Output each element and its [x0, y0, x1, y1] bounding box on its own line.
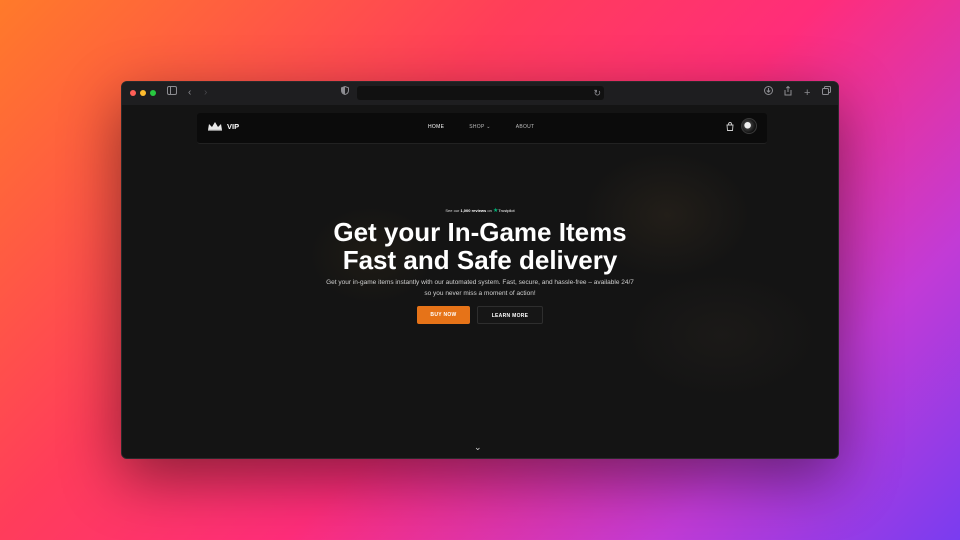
trustpilot-brand: Trustpilot	[498, 208, 515, 213]
tabs-overview-icon[interactable]	[822, 86, 831, 100]
brand-name: VIP	[227, 121, 240, 131]
forward-icon[interactable]: ›	[204, 86, 207, 100]
chevron-down-icon: ⌄	[486, 124, 491, 130]
new-tab-icon[interactable]: +	[804, 86, 810, 100]
avatar[interactable]	[741, 118, 757, 134]
nav-link-about[interactable]: ABOUT	[516, 124, 535, 130]
subtitle-line-1: Get your in-game items instantly with ou…	[326, 279, 634, 286]
nav-link-home[interactable]: HOME	[428, 124, 444, 130]
browser-toolbar: ‹ › ↻ +	[122, 82, 838, 106]
trustpilot-prefix: See our	[445, 208, 461, 213]
brand[interactable]: VIP	[207, 121, 239, 131]
hero-headline: Get your In-Game Items Fast and Safe del…	[122, 218, 838, 274]
sidebar-icon[interactable]	[167, 86, 177, 100]
shield-icon[interactable]	[341, 85, 349, 100]
scroll-down-icon[interactable]: ⌄	[474, 442, 482, 453]
webpage: VIP HOME SHOP ⌄ ABOUT See our 1,000 revi…	[122, 105, 838, 458]
reload-icon[interactable]: ↻	[593, 86, 601, 100]
cart-icon[interactable]	[726, 122, 734, 133]
crown-logo-icon	[208, 122, 222, 131]
hero-buttons: BUY NOW LEARN MORE	[122, 306, 838, 324]
nav-links: HOME SHOP ⌄ ABOUT	[428, 124, 559, 130]
close-window-button[interactable]	[130, 90, 136, 96]
trustpilot-on: on	[486, 208, 493, 213]
address-bar[interactable]: ↻	[357, 86, 604, 100]
hero-subtitle: Get your in-game items instantly with ou…	[122, 277, 838, 299]
zoom-window-button[interactable]	[150, 90, 156, 96]
trustpilot-count: 1,000 reviews	[460, 208, 487, 213]
minimize-window-button[interactable]	[140, 90, 146, 96]
back-icon[interactable]: ‹	[188, 86, 191, 100]
learn-more-button[interactable]: LEARN MORE	[477, 306, 543, 324]
buy-now-button[interactable]: BUY NOW	[417, 306, 470, 324]
nav-link-shop-label: SHOP	[469, 124, 485, 130]
headline-line-1: Get your In-Game Items	[333, 217, 627, 247]
download-icon[interactable]	[764, 86, 773, 100]
trustpilot-badge[interactable]: See our 1,000 reviews on ★Trustpilot	[122, 207, 838, 214]
nav-link-shop[interactable]: SHOP ⌄	[469, 124, 490, 130]
subtitle-line-2: so you never miss a moment of action!	[424, 290, 536, 297]
hero-section: See our 1,000 reviews on ★Trustpilot Get…	[122, 207, 838, 324]
headline-line-2: Fast and Safe delivery	[342, 245, 618, 275]
share-icon[interactable]	[784, 85, 792, 101]
browser-window: ‹ › ↻ + VIP HOME SHOP ⌄ ABOUT See our 1,…	[121, 81, 839, 459]
site-navbar: VIP HOME SHOP ⌄ ABOUT	[197, 113, 767, 144]
